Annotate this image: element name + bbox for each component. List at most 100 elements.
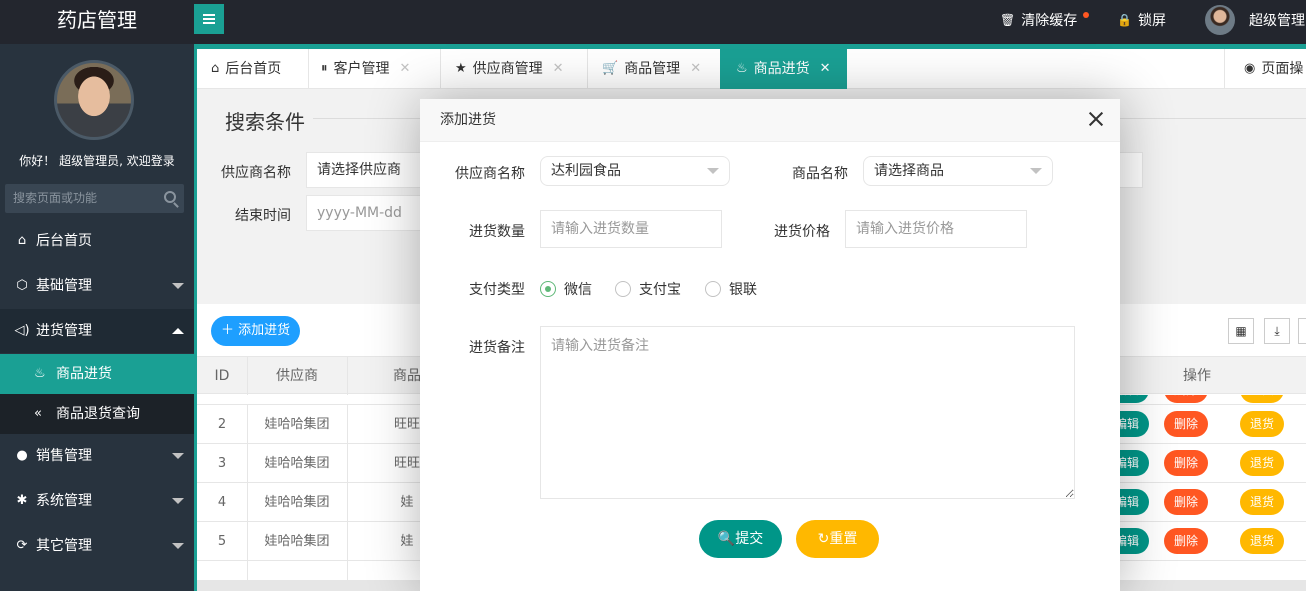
hamburger-icon [203,18,215,20]
sidebar-item-goods-purchase[interactable]: ♨ 商品进货 [0,354,194,394]
chevron-up-icon [172,328,184,334]
lock-icon: 🔒 [1117,13,1132,27]
tab-label: 商品管理 [624,61,681,77]
goods-select[interactable]: 请选择商品 [863,156,1053,186]
delete-button[interactable]: 删除 [1164,450,1209,476]
supplier-filter-select[interactable]: 请选择供应商 [306,152,436,188]
menu-toggle-button[interactable] [194,4,224,34]
sidebar-item-label: 商品进货 [56,366,112,382]
reset-button[interactable]: ↻重置 [796,520,879,558]
remark-textarea[interactable] [540,326,1075,499]
sidebar-item-other[interactable]: ⟳ 其它管理 [0,524,194,568]
close-icon[interactable]: ✕ [553,49,564,89]
tab-customers[interactable]: ⏸ 客户管理 ✕ [321,49,410,89]
clear-cache-label: 清除缓存 [1021,13,1078,29]
pause-circle-icon: ⏸ [321,61,328,76]
clear-cache-button[interactable]: 🗑 清除缓存 [1000,10,1090,30]
add-purchase-label: 添加进货 [238,323,291,338]
payment-radio-alipay[interactable]: 支付宝 [615,279,681,299]
tab-suppliers[interactable]: ★ 供应商管理 ✕ [455,49,564,89]
sidebar-search-input[interactable]: 搜索页面或功能 [5,184,184,213]
radio-label: 支付宝 [639,282,681,298]
sidebar-item-home[interactable]: ⌂ 后台首页 [0,219,194,263]
page-operations-button[interactable]: ◉ 页面操 [1244,49,1303,89]
sidebar-item-label: 其它管理 [36,538,92,554]
payment-radio-wechat[interactable]: 微信 [540,279,592,299]
close-icon[interactable]: ✕ [400,49,411,89]
export-icon[interactable]: ⤓ [1264,318,1290,344]
notification-dot [1083,12,1090,18]
cell-supplier: 娃哈哈集团 [264,534,330,549]
delete-button[interactable]: 删除 [1164,395,1209,403]
column-divider [247,357,248,395]
cell-supplier: 药店 [247,395,347,404]
cell-supplier: 娃哈哈集团 [264,495,330,510]
end-time-label: 结束时间 [235,208,291,224]
tab-divider [587,49,588,89]
supplier-label: 供应商名称 [455,166,525,182]
close-icon[interactable]: ✕ [820,49,831,89]
return-button[interactable]: 退货 [1240,489,1285,515]
return-button[interactable]: 退货 [1240,450,1285,476]
close-icon[interactable]: ✕ [690,49,701,89]
chevron-down-icon [172,543,184,549]
sidebar-item-basic[interactable]: ⬡ 基础管理 [0,264,194,308]
sidebar-item-label: 后台首页 [36,233,92,249]
star-icon: ★ [455,61,467,76]
supplier-filter-label: 供应商名称 [221,165,291,181]
sidebar-item-label: 商品退货查询 [56,406,140,422]
speaker-icon: ◁) [14,323,30,338]
refresh-icon: ↻ [817,531,830,547]
return-button[interactable]: 退货 [1240,395,1285,403]
sidebar-item-label: 进货管理 [36,323,92,339]
return-button[interactable]: 退货 [1240,528,1285,554]
user-menu[interactable]: 超级管理 [1205,5,1305,35]
goods-select-value: 请选择商品 [874,163,944,179]
delete-button[interactable]: 删除 [1164,411,1209,437]
submit-button[interactable]: 🔍提交 [699,520,782,558]
tab-goods-purchase[interactable]: ♨ 商品进货 ✕ [720,49,847,89]
search-icon[interactable] [164,191,176,203]
lock-screen-button[interactable]: 🔒 锁屏 [1117,10,1166,30]
column-header-supplier: 供应商 [276,368,318,384]
welcome-text: 你好！ 超级管理员, 欢迎登录 [19,154,175,168]
goods-label: 商品名称 [792,166,848,182]
tab-divider [1224,49,1225,89]
app-logo-title: 药店管理 [57,8,137,32]
payment-radio-unionpay[interactable]: 银联 [705,279,757,299]
tab-goods[interactable]: 🛒 商品管理 ✕ [602,49,701,89]
add-purchase-button[interactable]: ＋ 添加进货 [211,316,301,346]
end-time-input[interactable]: yyyy-MM-dd [306,195,436,231]
return-button[interactable]: 退货 [1240,411,1285,437]
sidebar-item-system[interactable]: ✱ 系统管理 [0,479,194,523]
lock-screen-label: 锁屏 [1137,13,1166,29]
search-icon: 🔍 [717,531,736,547]
delete-button[interactable]: 删除 [1164,528,1209,554]
quantity-label: 进货数量 [469,224,525,240]
radio-label: 银联 [729,282,757,298]
cell-id: 4 [217,495,227,510]
chevron-down-icon [172,283,184,289]
search-legend: 搜索条件 [217,106,313,135]
columns-filter-icon[interactable]: ▦ [1228,318,1254,344]
price-input[interactable] [845,210,1027,248]
tab-divider [308,49,309,89]
sidebar-item-sales[interactable]: ● 销售管理 [0,434,194,478]
radio-label: 微信 [564,282,592,298]
sidebar-item-goods-return[interactable]: « 商品退货查询 [0,394,194,434]
sidebar-item-purchase[interactable]: ◁) 进货管理 [0,309,194,353]
tab-home[interactable]: ⌂ 后台首页 [211,49,281,89]
close-icon[interactable] [1088,111,1104,127]
quantity-input[interactable] [540,210,722,248]
column-header-ops: 操作 [1183,368,1211,384]
dialog-title: 添加进货 [440,112,496,128]
delete-button[interactable]: 删除 [1164,489,1209,515]
supplier-select[interactable]: 达利园食品 [540,156,730,186]
sidebar-search-placeholder: 搜索页面或功能 [13,191,98,205]
flame-icon: ♨ [34,366,46,381]
sidebar-item-label: 系统管理 [36,493,92,509]
print-icon[interactable] [1298,318,1306,344]
price-label: 进货价格 [774,224,830,240]
cell-id: 5 [217,534,227,549]
tab-divider [440,49,441,89]
